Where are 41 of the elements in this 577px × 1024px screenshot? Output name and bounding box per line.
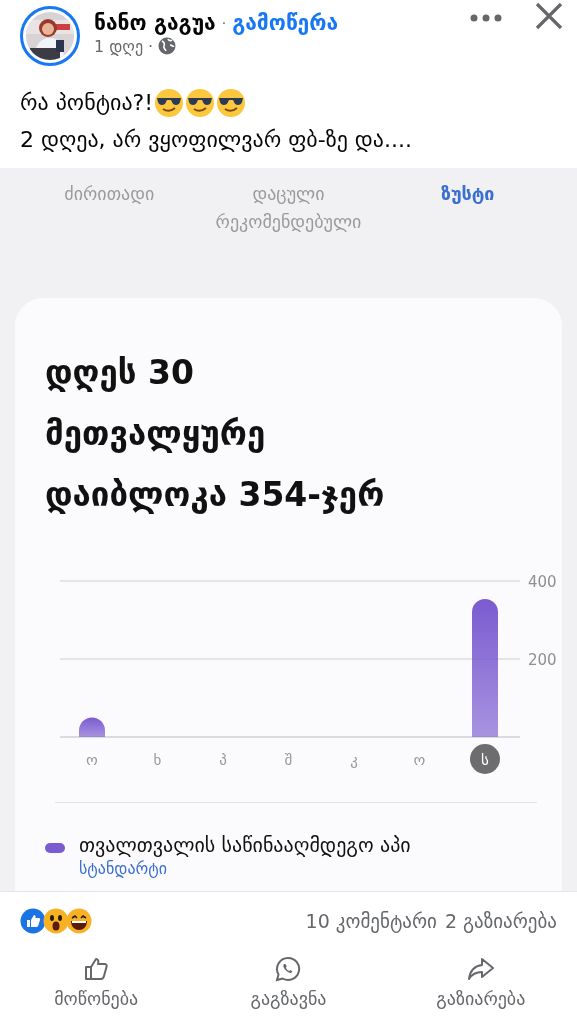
share-button[interactable]: გაზიარება: [384, 950, 577, 1015]
sunglasses-face-icon: [154, 87, 185, 118]
more-icon[interactable]: [469, 13, 503, 23]
chat-phone-icon: [275, 956, 302, 982]
laugh-reaction-icon[interactable]: [66, 908, 92, 934]
day-label[interactable]: ო: [86, 751, 98, 769]
legend-label: თვალთვალის საწინააღმდეგო აპი: [79, 832, 411, 859]
axis-tick-label: 400: [528, 573, 557, 591]
like-button[interactable]: მოწონება: [0, 950, 193, 1015]
axis-tick-label: 200: [528, 651, 557, 669]
card-title: დღეს 30 მეთვალყურე დაიბლოკა 354-ჯერ: [45, 352, 386, 516]
x-tick-label: ს: [481, 751, 490, 769]
post-text: რა პონტია?!: [20, 89, 154, 117]
selected-day-label[interactable]: ს: [470, 744, 500, 774]
like-reaction-icon[interactable]: [20, 908, 46, 934]
day-label[interactable]: შ: [284, 751, 293, 769]
whatsapp-button[interactable]: გაგზავნა: [192, 950, 385, 1015]
close-icon[interactable]: [535, 2, 563, 30]
separator-dot: ·: [221, 14, 227, 31]
standard-link[interactable]: სტანდარტი: [79, 859, 411, 879]
wow-reaction-icon[interactable]: [43, 908, 69, 934]
sunglasses-face-icon: [185, 87, 216, 118]
separator-dot: ·: [148, 36, 154, 56]
post-text: 2 დღეა, არ ვყოფილვარ ფბ-ზე და....: [20, 126, 412, 154]
thumbs-up-icon: [83, 956, 110, 982]
tab[interactable]: ზუსტი: [440, 180, 495, 208]
share-count[interactable]: 2 გაზიარება: [444, 910, 557, 932]
day-label[interactable]: ხ: [153, 751, 162, 769]
tab[interactable]: დაცული რეკომენდებული: [188, 180, 389, 236]
day-label[interactable]: ო: [413, 751, 426, 769]
post-time: 1 დღე: [94, 36, 144, 56]
comment-count[interactable]: 10 კომენტარი: [305, 910, 437, 932]
sunglasses-face-icon: [216, 87, 247, 118]
share-arrow-icon: [466, 956, 495, 982]
day-label[interactable]: პ: [219, 751, 227, 769]
day-label[interactable]: კ: [350, 751, 358, 769]
globe-icon: [158, 37, 177, 55]
tab[interactable]: ძირითადი: [64, 180, 155, 208]
follow-link[interactable]: გამოწერა: [232, 10, 339, 35]
author-name[interactable]: ნანო გაგუა: [94, 10, 216, 35]
bar: [79, 717, 105, 737]
